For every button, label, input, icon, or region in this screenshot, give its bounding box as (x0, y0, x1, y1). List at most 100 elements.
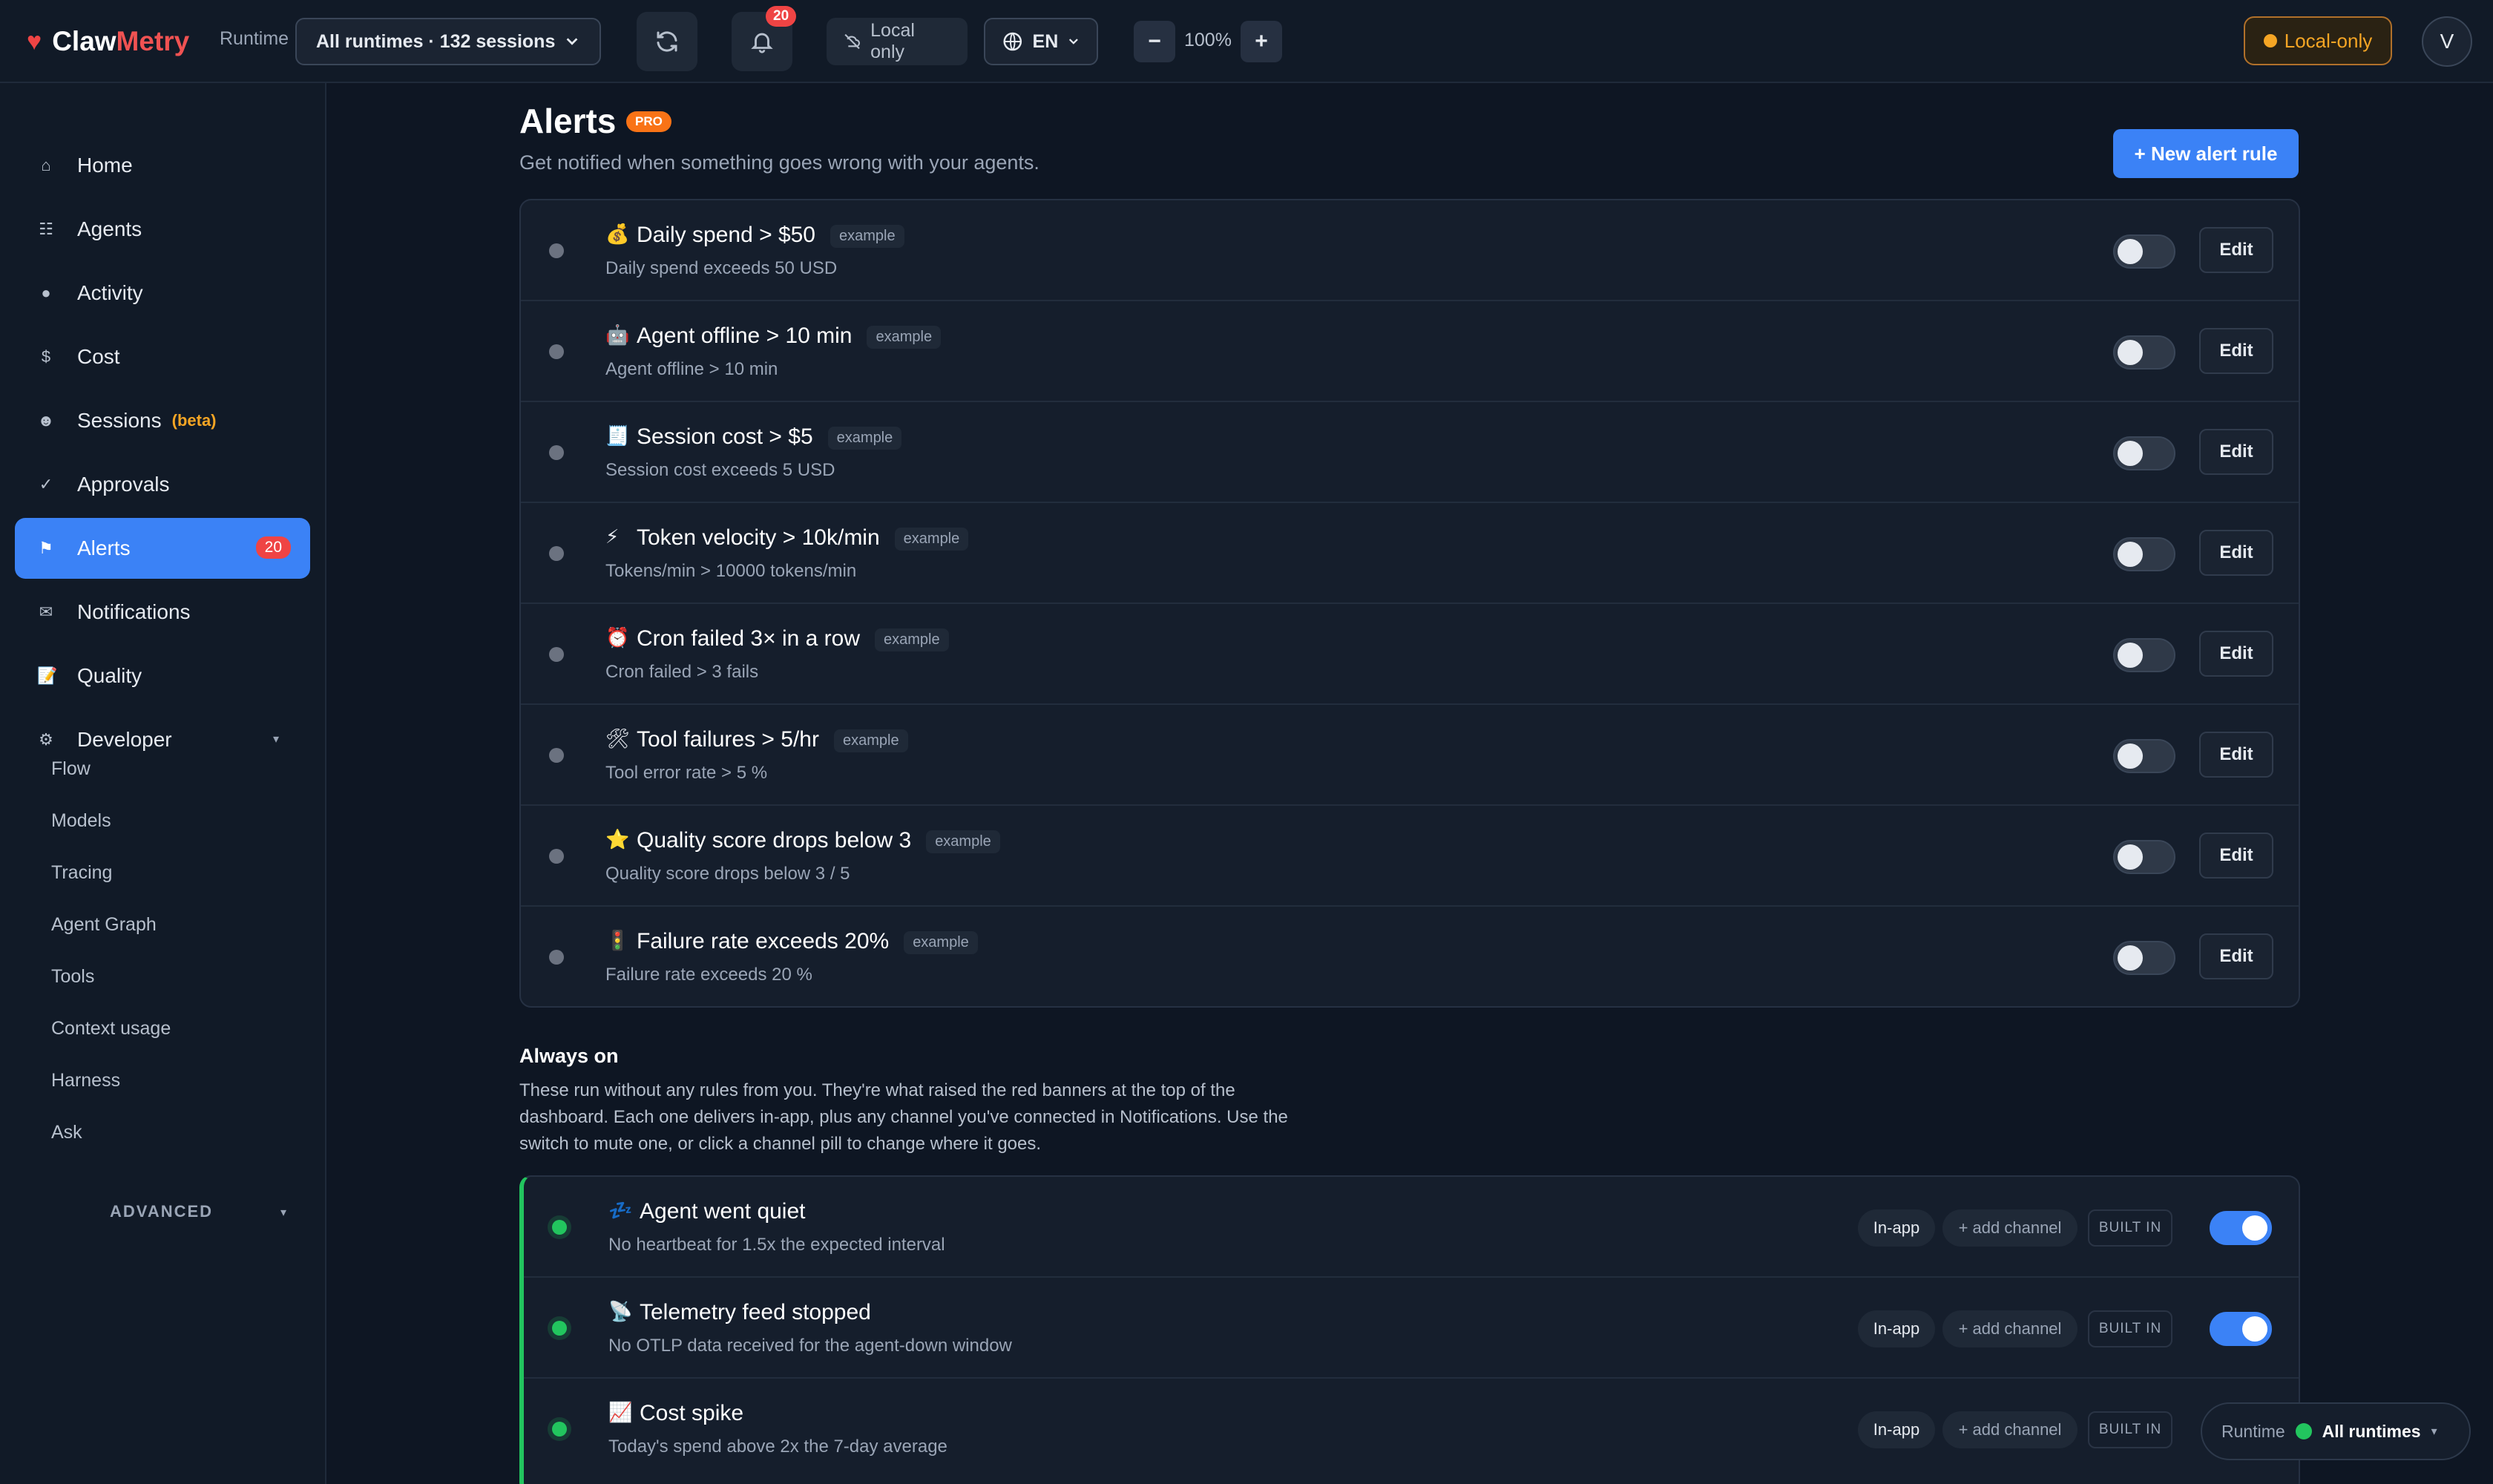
always-on-toggle[interactable] (2210, 1312, 2272, 1346)
rule-toggle[interactable] (2113, 739, 2175, 773)
always-on-description: Today's spend above 2x the 7-day average (608, 1437, 947, 1457)
example-tag: example (894, 527, 969, 551)
sidebar-subitem-tracing[interactable]: Tracing (51, 862, 112, 884)
status-dot-icon (2295, 1423, 2312, 1439)
advanced-section-toggle[interactable]: ADVANCED (110, 1202, 213, 1221)
always-on-row: 📡 Telemetry feed stopped No OTLP data re… (524, 1278, 2299, 1379)
language-value: EN (1032, 30, 1059, 52)
edit-rule-button[interactable]: Edit (2199, 328, 2273, 374)
pro-badge: PRO (626, 111, 671, 132)
example-tag: example (833, 729, 908, 752)
channel-pill-in-app[interactable]: In-app (1858, 1209, 1935, 1247)
rule-name: Cron failed 3× in a row example (637, 626, 949, 651)
sidebar-item-label: Notifications (77, 600, 191, 623)
rule-name: Failure rate exceeds 20% example (637, 929, 978, 954)
rule-toggle[interactable] (2113, 335, 2175, 370)
language-select[interactable]: EN (984, 18, 1098, 65)
always-on-row: 💤 Agent went quiet No heartbeat for 1.5x… (524, 1177, 2299, 1278)
sidebar-item-label: Developer (77, 728, 172, 751)
notifications-button[interactable]: 20 (732, 6, 797, 71)
rule-toggle[interactable] (2113, 234, 2175, 269)
beta-tag: (beta) (171, 411, 217, 430)
sidebar-item-notifications[interactable]: ✉ Notifications (15, 582, 310, 643)
home-icon: ⌂ (41, 156, 51, 174)
local-only-toggle[interactable]: Local only (827, 18, 968, 65)
rule-toggle[interactable] (2113, 537, 2175, 571)
chevron-down-icon: ▾ (280, 1206, 287, 1219)
refresh-button[interactable] (637, 12, 697, 71)
rule-status-dot (549, 546, 564, 561)
rule-toggle[interactable] (2113, 840, 2175, 874)
rule-status-dot (549, 849, 564, 864)
edit-rule-button[interactable]: Edit (2199, 530, 2273, 576)
rule-description: Daily spend exceeds 50 USD (605, 258, 838, 278)
sidebar-item-agents[interactable]: ☷ Agents (15, 199, 310, 260)
sidebar-subitem-context-usage[interactable]: Context usage (51, 1018, 171, 1040)
sidebar-item-label: Home (77, 154, 133, 177)
sidebar-subitem-flow[interactable]: Flow (51, 758, 91, 780)
always-on-list: 💤 Agent went quiet No heartbeat for 1.5x… (519, 1175, 2300, 1484)
rule-toggle[interactable] (2113, 941, 2175, 975)
sidebar-item-sessions[interactable]: ☻ Sessions (beta) (15, 390, 310, 451)
top-bar: ♥ ClawMetry Runtime All runtimes · 132 s… (0, 0, 2493, 83)
sidebar-subitem-ask[interactable]: Ask (51, 1122, 82, 1143)
local-only-label: Local only (870, 20, 915, 62)
sidebar-item-home[interactable]: ⌂ Home (15, 135, 310, 196)
alert-rule-row: 🛠 Tool failures > 5/hr example Tool error… (521, 705, 2299, 806)
sidebar-item-activity[interactable]: ● Activity (15, 263, 310, 324)
sidebar-subitem-models[interactable]: Models (51, 810, 111, 832)
sidebar-subitem-agent-graph[interactable]: Agent Graph (51, 914, 157, 936)
edit-rule-button[interactable]: Edit (2199, 227, 2273, 273)
check-icon: ✓ (39, 475, 53, 493)
channel-pill-in-app[interactable]: In-app (1858, 1310, 1935, 1347)
new-alert-rule-button[interactable]: + New alert rule (2113, 129, 2299, 178)
channel-pill-in-app[interactable]: In-app (1858, 1411, 1935, 1448)
chevron-down-icon (1069, 39, 1079, 45)
rule-status-dot (549, 243, 564, 258)
page-subtitle: Get notified when something goes wrong w… (519, 151, 1039, 174)
gear-icon: ⚙ (39, 730, 53, 749)
rule-description: Tokens/min > 10000 tokens/min (605, 561, 857, 581)
avatar[interactable]: V (2422, 16, 2472, 67)
sidebar-item-quality[interactable]: 📝 Quality (15, 646, 310, 706)
example-tag: example (867, 325, 942, 349)
add-channel-button[interactable]: + add channel (1942, 1310, 2078, 1347)
sidebar-subitem-tools[interactable]: Tools (51, 966, 94, 988)
zoom-level: 100% (1184, 30, 1232, 50)
edit-rule-button[interactable]: Edit (2199, 833, 2273, 879)
built-in-badge: BUILT IN (2088, 1209, 2172, 1247)
alerts-count-badge: 20 (255, 536, 291, 559)
sidebar: ⌂ Home ☷ Agents ● Activity $ Cost ☻ Sess… (0, 83, 326, 1484)
rule-description: Session cost exceeds 5 USD (605, 460, 835, 480)
edit-rule-button[interactable]: Edit (2199, 631, 2273, 677)
zoom-in-button[interactable]: + (1241, 21, 1282, 62)
rule-status-dot (549, 344, 564, 359)
mode-badge[interactable]: Local-only (2244, 16, 2392, 65)
rule-status-dot (549, 647, 564, 662)
app-logo[interactable]: ♥ ClawMetry (27, 19, 189, 64)
sidebar-item-approvals[interactable]: ✓ Approvals (15, 454, 310, 515)
memo-icon: 📝 (37, 666, 58, 685)
runtime-select[interactable]: All runtimes · 132 sessions (295, 18, 601, 65)
add-channel-button[interactable]: + add channel (1942, 1411, 2078, 1448)
edit-rule-button[interactable]: Edit (2199, 429, 2273, 475)
edit-rule-button[interactable]: Edit (2199, 732, 2273, 778)
rule-status-dot (549, 748, 564, 763)
chevron-down-icon: ▾ (273, 733, 280, 746)
activity-icon: ● (41, 283, 51, 302)
sidebar-item-alerts[interactable]: ⚑ Alerts 20 (15, 518, 310, 579)
runtime-floating-selector[interactable]: Runtime All runtimes ▾ (2201, 1402, 2471, 1460)
always-on-toggle[interactable] (2210, 1211, 2272, 1245)
alert-rules-list: 💰 Daily spend > $50 example Daily spend e… (519, 199, 2300, 1008)
sidebar-item-cost[interactable]: $ Cost (15, 326, 310, 387)
zoom-out-button[interactable]: − (1134, 21, 1175, 62)
sidebar-subitem-harness[interactable]: Harness (51, 1070, 120, 1091)
tools-icon: 🛠 (605, 727, 631, 749)
example-tag: example (926, 830, 1000, 853)
sidebar-item-label: Quality (77, 664, 142, 687)
add-channel-button[interactable]: + add channel (1942, 1209, 2078, 1247)
always-on-description: No OTLP data received for the agent-down… (608, 1336, 1012, 1356)
rule-toggle[interactable] (2113, 638, 2175, 672)
edit-rule-button[interactable]: Edit (2199, 933, 2273, 979)
rule-toggle[interactable] (2113, 436, 2175, 470)
